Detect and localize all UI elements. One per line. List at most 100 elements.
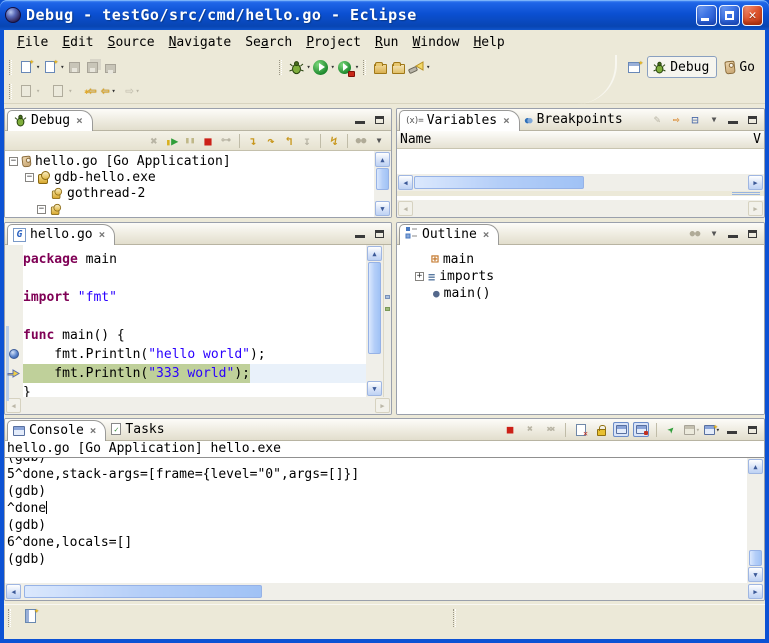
back-button[interactable]: ⇦▾ bbox=[99, 81, 117, 101]
overview-mark-debug[interactable] bbox=[385, 307, 390, 311]
breakpoint-ruler[interactable] bbox=[5, 245, 23, 397]
close-button[interactable]: ✕ bbox=[742, 5, 763, 26]
drop-to-frame-button[interactable]: ↧ bbox=[299, 133, 315, 148]
new-project-button[interactable]: ✦▾ bbox=[41, 57, 65, 77]
next-annotation-button[interactable]: ▾ bbox=[17, 81, 41, 101]
search-button[interactable]: ▾ bbox=[407, 57, 431, 77]
perspective-go-button[interactable]: Go bbox=[721, 58, 759, 77]
maximize-view-button[interactable] bbox=[371, 112, 387, 127]
maximize-view-button[interactable] bbox=[744, 422, 760, 437]
expand-expander-icon[interactable]: + bbox=[415, 272, 424, 281]
open-console-button[interactable]: ✦▾ bbox=[704, 422, 720, 437]
use-step-filters-button[interactable]: ↯ bbox=[326, 133, 342, 148]
collapse-expander-icon[interactable]: − bbox=[25, 173, 34, 182]
disconnect-button[interactable]: ⊶ bbox=[218, 133, 234, 148]
breakpoint-icon[interactable] bbox=[9, 349, 19, 359]
save-button[interactable] bbox=[65, 57, 83, 77]
scroll-down-button[interactable]: ▼ bbox=[748, 567, 763, 582]
scroll-left-button[interactable]: ◀ bbox=[398, 201, 413, 216]
tree-row-process[interactable]: − gdb-hello.exe bbox=[9, 169, 374, 185]
minimize-view-button[interactable] bbox=[725, 112, 741, 127]
tab-debug[interactable]: Debug × bbox=[7, 110, 93, 131]
close-tab-icon[interactable]: × bbox=[76, 114, 83, 127]
outline-item-package[interactable]: ⊞ main bbox=[401, 251, 764, 268]
close-tab-icon[interactable]: × bbox=[90, 424, 97, 437]
close-tab-icon[interactable]: × bbox=[503, 114, 510, 127]
remove-terminated-button[interactable]: ✖ bbox=[146, 133, 162, 148]
show-on-stderr-toggle[interactable] bbox=[633, 422, 649, 437]
menu-project[interactable]: Project bbox=[299, 32, 368, 53]
tree-row-thread[interactable]: gothread-2 bbox=[9, 185, 374, 201]
step-into-button[interactable]: ↴ bbox=[245, 133, 261, 148]
maximize-view-button[interactable] bbox=[371, 226, 387, 241]
outline-view-menu[interactable]: ▼ bbox=[706, 226, 722, 241]
save-all-button[interactable] bbox=[83, 57, 101, 77]
outline-item-imports[interactable]: + ≡ imports bbox=[401, 268, 764, 285]
scroll-right-button[interactable]: ▶ bbox=[748, 201, 763, 216]
menu-edit[interactable]: Edit bbox=[55, 32, 100, 53]
variables-column-header[interactable]: Name V bbox=[397, 131, 764, 149]
fast-view-button[interactable]: ✦ bbox=[25, 609, 36, 623]
scrollbar-thumb[interactable] bbox=[749, 550, 762, 566]
step-over-button[interactable]: ↷ bbox=[263, 133, 279, 148]
last-edit-location-button[interactable]: ✱⇦ bbox=[81, 81, 99, 101]
close-tab-icon[interactable]: × bbox=[483, 228, 490, 241]
console-terminate-button[interactable]: ■ bbox=[502, 422, 518, 437]
open-perspective-button[interactable]: ✦ bbox=[625, 57, 643, 77]
tab-console[interactable]: Console × bbox=[7, 420, 106, 441]
minimize-view-button[interactable] bbox=[352, 112, 368, 127]
remove-all-launches-button[interactable]: ✖✖ bbox=[542, 422, 558, 437]
scroll-up-button[interactable]: ▲ bbox=[367, 246, 382, 261]
tab-outline[interactable]: Outline × bbox=[399, 224, 499, 245]
debug-misc-button[interactable]: ●● bbox=[353, 133, 369, 148]
menu-file[interactable]: File bbox=[10, 32, 55, 53]
scroll-right-button[interactable]: ▶ bbox=[748, 175, 763, 190]
tab-hello-go[interactable]: G hello.go × bbox=[7, 224, 115, 245]
menu-help[interactable]: Help bbox=[466, 32, 511, 53]
scroll-lock-button[interactable] bbox=[593, 422, 609, 437]
collapse-expander-icon[interactable]: − bbox=[37, 205, 46, 214]
maximize-button[interactable] bbox=[719, 5, 740, 26]
maximize-view-button[interactable] bbox=[744, 226, 760, 241]
step-return-button[interactable]: ↰ bbox=[281, 133, 297, 148]
minimize-view-button[interactable] bbox=[352, 226, 368, 241]
scrollbar-thumb[interactable] bbox=[368, 262, 381, 354]
console-output[interactable]: (gdb) 5^done,stack-args=[frame={level="0… bbox=[5, 458, 747, 583]
suspend-button[interactable]: ▮▮ bbox=[182, 133, 198, 148]
scroll-up-button[interactable]: ▲ bbox=[375, 152, 390, 167]
scroll-left-button[interactable]: ◀ bbox=[398, 175, 413, 190]
value-column-header[interactable]: V bbox=[753, 132, 761, 147]
overview-mark-breakpoint[interactable] bbox=[385, 295, 390, 299]
maximize-view-button[interactable] bbox=[744, 112, 760, 127]
forward-button[interactable]: ⇨▾ bbox=[123, 81, 141, 101]
minimize-button[interactable] bbox=[696, 5, 717, 26]
show-type-names-button[interactable]: ✎ bbox=[649, 112, 665, 127]
outline-item-main-func[interactable]: ● main() bbox=[401, 285, 764, 302]
scroll-right-button[interactable]: ▶ bbox=[375, 398, 390, 413]
run-button[interactable]: ▾ bbox=[312, 57, 336, 77]
scrollbar-thumb[interactable] bbox=[376, 168, 389, 190]
clear-console-button[interactable]: ✕ bbox=[573, 422, 589, 437]
display-selected-console-button[interactable]: ▾ bbox=[684, 422, 700, 437]
collapse-expander-icon[interactable]: − bbox=[9, 157, 18, 166]
minimize-view-button[interactable] bbox=[725, 226, 741, 241]
terminate-button[interactable]: ■ bbox=[200, 133, 216, 148]
scrollbar-thumb[interactable] bbox=[414, 176, 584, 189]
overview-ruler[interactable] bbox=[383, 245, 391, 397]
previous-annotation-button[interactable]: ▾ bbox=[49, 81, 73, 101]
outline-misc-button[interactable]: ●● bbox=[687, 226, 703, 241]
variables-view-menu[interactable]: ▼ bbox=[706, 112, 722, 127]
scroll-up-button[interactable]: ▲ bbox=[748, 459, 763, 474]
menu-source[interactable]: Source bbox=[101, 32, 162, 53]
minimize-view-button[interactable] bbox=[724, 422, 740, 437]
scroll-left-button[interactable]: ◀ bbox=[6, 584, 21, 599]
print-button[interactable] bbox=[101, 57, 119, 77]
title-bar[interactable]: Debug - testGo/src/cmd/hello.go - Eclips… bbox=[0, 0, 769, 30]
scroll-right-button[interactable]: ▶ bbox=[748, 584, 763, 599]
tab-tasks[interactable]: ✓ Tasks bbox=[106, 419, 173, 440]
variables-table[interactable] bbox=[397, 149, 764, 174]
tab-variables[interactable]: (x)= Variables × bbox=[399, 110, 520, 131]
remove-launch-button[interactable]: ✖ bbox=[522, 422, 538, 437]
scrollbar-thumb[interactable] bbox=[24, 585, 262, 598]
close-tab-icon[interactable]: × bbox=[99, 228, 106, 241]
